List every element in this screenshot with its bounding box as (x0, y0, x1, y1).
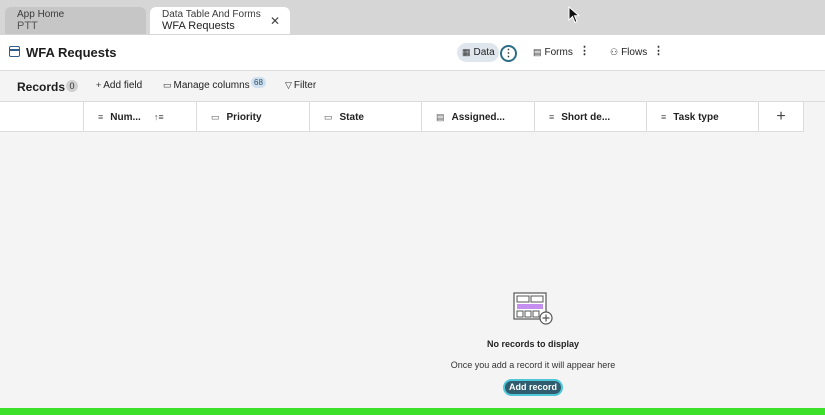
columns-icon: ▭ (163, 80, 172, 90)
filter-label: Filter (293, 80, 317, 91)
column-header-priority[interactable]: ▭ Priority (196, 102, 309, 132)
flow-icon: ⚇ (610, 47, 619, 57)
add-field-label: Add field (103, 80, 143, 91)
column-label: Short de... (561, 111, 611, 123)
flows-more-icon[interactable]: ⋮ (653, 44, 664, 57)
app-header: WFA Requests ▦ Data ▤ Forms ⋮ ⚇ Flows ⋮ (0, 35, 825, 71)
add-record-button[interactable]: Add record (503, 379, 563, 396)
empty-table-illustration-icon (513, 292, 553, 325)
choice-icon: ▭ (324, 111, 333, 122)
browser-tab-strip: App Home PTT Data Table And Forms WFA Re… (0, 0, 825, 35)
column-header-assigned[interactable]: ▤ Assigned... (421, 102, 534, 132)
data-view-button[interactable]: ▦ Data (457, 43, 499, 62)
flows-view-label: Flows (621, 47, 648, 58)
text-lines-icon: ≡ (98, 112, 104, 122)
data-more-icon[interactable]: ⋮ (500, 45, 517, 62)
column-label: Assigned... (451, 111, 505, 123)
column-label: State (339, 111, 364, 123)
filter-button[interactable]: ▽ Filter (285, 80, 316, 91)
manage-columns-count-badge: 68 (251, 77, 266, 88)
empty-state-subtitle: Once you add a record it will appear her… (450, 360, 616, 370)
tab-app-home[interactable]: App Home PTT (5, 7, 146, 34)
page-title: WFA Requests (26, 45, 117, 60)
filter-icon: ▽ (285, 80, 292, 90)
table-icon: ▦ (462, 47, 471, 57)
tab-data-table-and-forms[interactable]: Data Table And Forms WFA Requests ✕ (150, 7, 290, 34)
manage-columns-label: Manage columns (173, 80, 250, 91)
tab-subtitle: PTT (17, 20, 38, 32)
column-header-state[interactable]: ▭ State (309, 102, 422, 132)
column-label: Num... (110, 111, 141, 123)
close-icon[interactable]: ✕ (270, 14, 280, 28)
tab-subtitle: WFA Requests (162, 20, 235, 32)
form-icon: ▤ (533, 47, 542, 57)
column-label: Priority (226, 111, 262, 123)
reference-icon: ▤ (436, 111, 445, 122)
flows-view-button[interactable]: ⚇ Flows (605, 43, 652, 62)
records-toolbar: Records 0 + Add field ▭ Manage columns ▽ Fi… (0, 71, 825, 102)
highlight-bar (0, 408, 825, 415)
column-label: Task type (673, 111, 719, 123)
tab-title: Data Table And Forms (162, 9, 261, 20)
table-icon (9, 46, 20, 57)
manage-columns-button[interactable]: ▭ Manage columns (163, 80, 250, 91)
mouse-cursor-icon (568, 6, 580, 24)
add-column-button[interactable]: + (758, 102, 804, 132)
records-count-badge: 0 (66, 80, 78, 92)
table-header: ≡ Num... ↑≡ ▭ Priority ▭ State ▤ Assigne… (0, 102, 804, 132)
sort-ascending-icon[interactable]: ↑≡ (154, 112, 164, 122)
data-view-label: Data (473, 47, 495, 58)
add-field-button[interactable]: + Add field (96, 80, 142, 91)
forms-more-icon[interactable]: ⋮ (579, 44, 590, 57)
empty-state-title: No records to display (486, 339, 580, 349)
plus-icon: + (96, 80, 102, 90)
forms-view-button[interactable]: ▤ Forms (528, 43, 578, 62)
tab-title: App Home (17, 9, 65, 20)
column-header-short-description[interactable]: ≡ Short de... (534, 102, 647, 132)
records-label: Records (17, 80, 66, 94)
choice-icon: ▭ (211, 111, 220, 122)
forms-view-label: Forms (544, 47, 573, 58)
column-header-number[interactable]: ≡ Num... ↑≡ (83, 102, 197, 132)
text-lines-icon: ≡ (549, 112, 555, 122)
text-lines-icon: ≡ (661, 112, 667, 122)
column-header-task-type[interactable]: ≡ Task type (646, 102, 759, 132)
